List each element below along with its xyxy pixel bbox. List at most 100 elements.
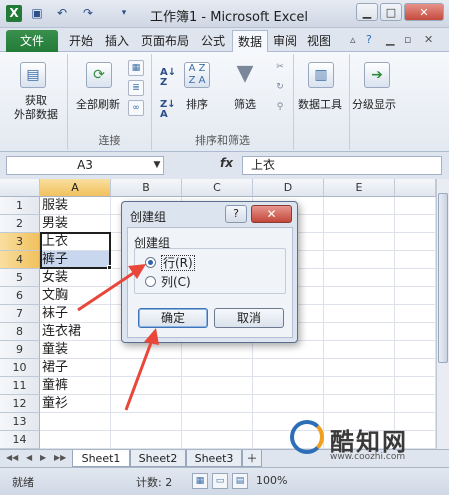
grid-cell[interactable]: [324, 269, 395, 287]
sort-desc-icon[interactable]: Z↓ A: [160, 100, 176, 120]
tab-view[interactable]: 视图: [302, 30, 336, 52]
customize-qat-icon[interactable]: ▾: [118, 5, 130, 22]
excel-app-icon[interactable]: X: [6, 5, 22, 22]
first-sheet-icon[interactable]: ◀◀: [6, 453, 18, 462]
advanced-filter-icon[interactable]: ⚲: [272, 100, 288, 116]
grid-cell[interactable]: [324, 377, 395, 395]
grid-cell[interactable]: [395, 197, 436, 215]
row-header[interactable]: 11: [0, 377, 40, 395]
column-header[interactable]: B: [111, 179, 182, 197]
doc-minimize-icon[interactable]: ▁: [386, 33, 394, 46]
normal-view-icon[interactable]: ▦: [192, 473, 208, 489]
column-header[interactable]: D: [253, 179, 324, 197]
chevron-down-icon[interactable]: ▼: [150, 156, 164, 175]
minimize-button[interactable]: ▁: [356, 3, 378, 21]
grid-cell[interactable]: [324, 323, 395, 341]
tab-data[interactable]: 数据: [232, 30, 269, 52]
grid-cell[interactable]: [395, 215, 436, 233]
row-header[interactable]: 14: [0, 431, 40, 449]
grid-cell[interactable]: 裙子: [40, 359, 111, 377]
reapply-icon[interactable]: ↻: [272, 80, 288, 96]
connections-icon[interactable]: ▦: [128, 60, 144, 76]
grid-cell[interactable]: [395, 233, 436, 251]
grid-cell[interactable]: [182, 341, 253, 359]
grid-cell[interactable]: [395, 395, 436, 413]
grid-cell[interactable]: [395, 359, 436, 377]
column-header[interactable]: C: [182, 179, 253, 197]
row-header[interactable]: 8: [0, 323, 40, 341]
last-sheet-icon[interactable]: ▶▶: [54, 453, 66, 462]
save-icon[interactable]: ▣: [30, 5, 44, 22]
grid-cell[interactable]: 童裤: [40, 377, 111, 395]
filter-icon[interactable]: ▼: [232, 62, 258, 88]
row-header[interactable]: 3: [0, 233, 40, 251]
column-header[interactable]: E: [324, 179, 395, 197]
sheet-tab-2[interactable]: Sheet2: [130, 450, 186, 467]
doc-close-icon[interactable]: ✕: [424, 33, 433, 46]
grid-cell[interactable]: [395, 269, 436, 287]
grid-cell[interactable]: [324, 215, 395, 233]
page-break-view-icon[interactable]: ▤: [232, 473, 248, 489]
sort-button[interactable]: 排序: [186, 96, 208, 112]
get-external-data-button[interactable]: 获取 外部数据: [14, 94, 58, 122]
dialog-close-button[interactable]: ✕: [251, 205, 292, 223]
radio-rows[interactable]: [145, 257, 156, 268]
dialog-help-button[interactable]: ?: [225, 205, 247, 223]
grid-cell[interactable]: 袜子: [40, 305, 111, 323]
properties-icon[interactable]: ≣: [128, 80, 144, 96]
fill-handle[interactable]: [107, 265, 112, 270]
name-box[interactable]: A3: [6, 156, 164, 175]
sheet-tab-1[interactable]: Sheet1: [72, 450, 130, 467]
row-header[interactable]: 13: [0, 413, 40, 431]
grid-cell[interactable]: [395, 377, 436, 395]
close-window-button[interactable]: ✕: [404, 3, 444, 21]
grid-cell[interactable]: [111, 431, 182, 449]
grid-cell[interactable]: [253, 341, 324, 359]
grid-cell[interactable]: [111, 359, 182, 377]
redo-icon[interactable]: ↷: [80, 5, 96, 22]
radio-columns-label[interactable]: 列(C): [161, 273, 191, 290]
grid-cell[interactable]: [324, 251, 395, 269]
insert-sheet-icon[interactable]: ＋: [242, 450, 262, 467]
tab-home[interactable]: 开始: [64, 30, 98, 52]
grid-cell[interactable]: 文胸: [40, 287, 111, 305]
row-header[interactable]: 10: [0, 359, 40, 377]
grid-cell[interactable]: [395, 251, 436, 269]
sort-asc-icon[interactable]: A↓ Z: [160, 68, 176, 88]
get-external-data-icon[interactable]: ▤: [20, 62, 46, 88]
zoom-level[interactable]: 100%: [256, 474, 287, 487]
page-layout-view-icon[interactable]: ▭: [212, 473, 228, 489]
grid-cell[interactable]: 女装: [40, 269, 111, 287]
undo-icon[interactable]: ↶: [54, 5, 70, 22]
grid-cell[interactable]: [395, 287, 436, 305]
prev-sheet-icon[interactable]: ◀: [26, 453, 32, 462]
grid-cell[interactable]: [40, 431, 111, 449]
row-header[interactable]: 12: [0, 395, 40, 413]
column-header[interactable]: A: [40, 179, 111, 197]
column-header[interactable]: [395, 179, 436, 197]
grid-cell[interactable]: [324, 359, 395, 377]
row-header[interactable]: 2: [0, 215, 40, 233]
grid-cell[interactable]: 上衣: [40, 233, 111, 251]
filter-button[interactable]: 筛选: [234, 96, 256, 112]
grid-cell[interactable]: [324, 305, 395, 323]
grid-cell[interactable]: [324, 341, 395, 359]
grid-cell[interactable]: [111, 413, 182, 431]
scrollbar-thumb[interactable]: [438, 193, 448, 363]
grid-cell[interactable]: [182, 359, 253, 377]
data-tools-icon[interactable]: ▥: [308, 62, 334, 88]
row-header[interactable]: 1: [0, 197, 40, 215]
sort-icon[interactable]: A ZZ A: [184, 62, 210, 88]
grid-cell[interactable]: [324, 395, 395, 413]
grid-cell[interactable]: [324, 233, 395, 251]
help-icon[interactable]: ?: [366, 33, 372, 46]
grid-cell[interactable]: [182, 431, 253, 449]
grid-cell[interactable]: 男装: [40, 215, 111, 233]
grid-cell[interactable]: 连衣裙: [40, 323, 111, 341]
vertical-scrollbar[interactable]: [436, 179, 449, 449]
grid-cell[interactable]: [253, 377, 324, 395]
grid-cell[interactable]: 裤子: [40, 251, 111, 269]
row-header[interactable]: 9: [0, 341, 40, 359]
fx-icon[interactable]: fx: [220, 156, 233, 170]
row-header[interactable]: 7: [0, 305, 40, 323]
